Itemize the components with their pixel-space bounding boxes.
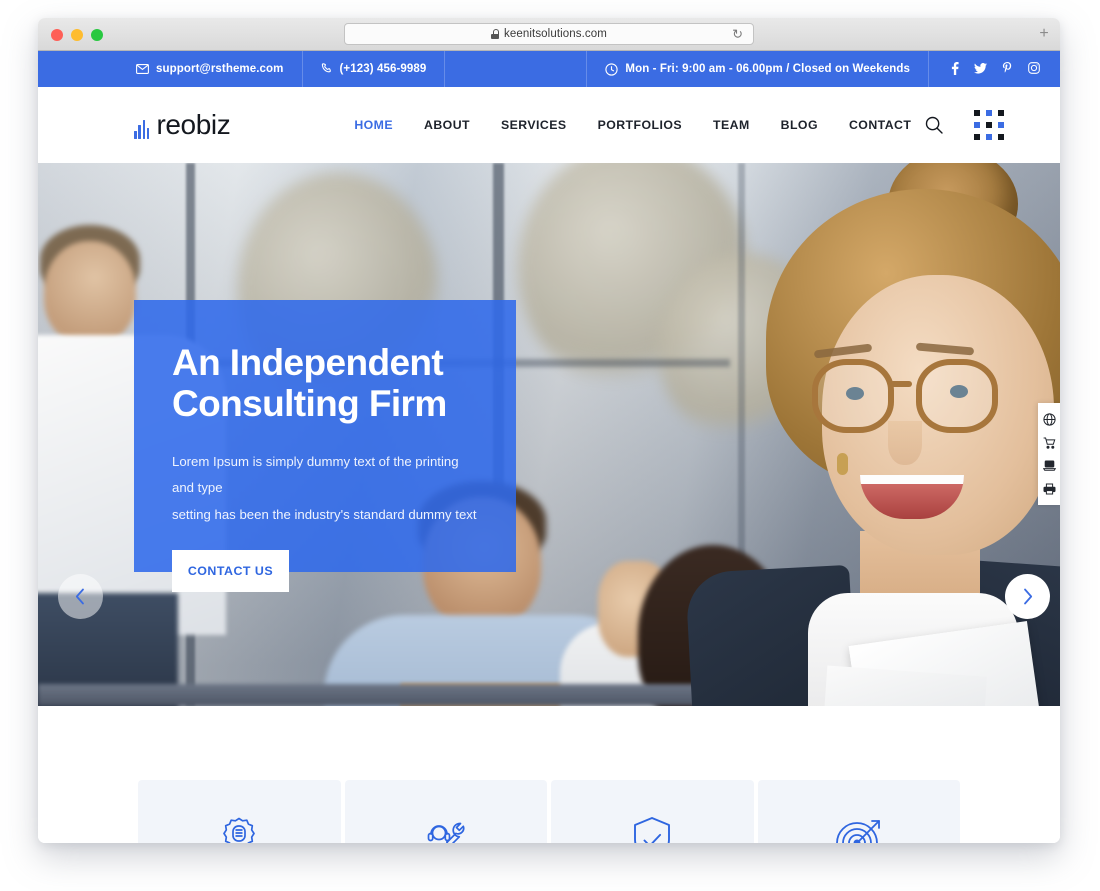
- lock-icon: [491, 29, 500, 39]
- address-bar[interactable]: keenitsolutions.com ↻: [344, 23, 754, 45]
- carousel-prev-button[interactable]: [58, 574, 103, 619]
- carousel-next-button[interactable]: [1005, 574, 1050, 619]
- service-card-3[interactable]: [551, 780, 754, 843]
- topbar-phone-text: (+123) 456-9989: [339, 63, 427, 75]
- pinterest-icon[interactable]: [1002, 61, 1013, 77]
- hero-banner: An Independent Consulting Firm Lorem Ips…: [38, 163, 1060, 706]
- page-viewport: support@rstheme.com (+123) 456-9989 Mon …: [38, 51, 1060, 843]
- top-info-bar: support@rstheme.com (+123) 456-9989 Mon …: [38, 51, 1060, 87]
- hero-title-line-1: An Independent: [172, 342, 444, 383]
- services-row: [38, 780, 1060, 843]
- service-card-1[interactable]: [138, 780, 341, 843]
- topbar-spacer: [445, 51, 588, 87]
- hero-title-line-2: Consulting Firm: [172, 383, 447, 425]
- shield-check-icon: [625, 814, 679, 843]
- reload-icon[interactable]: ↻: [732, 28, 743, 41]
- maximize-window-button[interactable]: [91, 29, 103, 41]
- service-card-2[interactable]: [344, 780, 547, 843]
- nav-item-about[interactable]: ABOUT: [424, 118, 470, 132]
- browser-chrome: keenitsolutions.com ↻ +: [38, 18, 1060, 51]
- browser-window: keenitsolutions.com ↻ + support@rstheme.…: [38, 18, 1060, 843]
- traffic-lights: [51, 29, 103, 41]
- logo-text: reobiz: [156, 109, 231, 140]
- main-navigation: HOME ABOUT SERVICES PORTFOLIOS TEAM BLOG…: [354, 118, 911, 132]
- new-tab-button[interactable]: +: [1034, 24, 1054, 44]
- nav-item-team[interactable]: TEAM: [713, 118, 750, 132]
- chevron-right-icon: [1021, 588, 1034, 605]
- side-dock: [1038, 403, 1060, 505]
- site-header: reobiz HOME ABOUT SERVICES PORTFOLIOS TE…: [38, 87, 1060, 163]
- site-logo[interactable]: reobiz: [134, 109, 231, 140]
- phone-icon: [321, 63, 333, 75]
- service-card-4[interactable]: [757, 780, 960, 843]
- gear-document-icon: [212, 814, 266, 843]
- instagram-icon[interactable]: [1028, 62, 1040, 76]
- header-actions: [924, 110, 1004, 140]
- topbar-social-links: [929, 51, 1060, 87]
- close-window-button[interactable]: [51, 29, 63, 41]
- target-arrow-icon: [832, 814, 886, 843]
- support-agent-wrench-icon: [419, 814, 473, 843]
- envelope-icon: [136, 64, 149, 74]
- topbar-phone[interactable]: (+123) 456-9989: [303, 51, 446, 87]
- hero-subtitle-line-2: setting has been the industry's standard…: [172, 506, 477, 522]
- facebook-icon[interactable]: [951, 61, 959, 77]
- nav-item-blog[interactable]: BLOG: [781, 118, 818, 132]
- services-strip: [38, 706, 1060, 843]
- hero-title: An Independent Consulting Firm: [172, 342, 478, 425]
- search-icon[interactable]: [924, 115, 944, 135]
- hero-content-card: An Independent Consulting Firm Lorem Ips…: [134, 300, 516, 593]
- hero-subtitle-line-1: Lorem Ipsum is simply dummy text of the …: [172, 453, 459, 496]
- shopping-cart-icon[interactable]: [1038, 431, 1060, 454]
- minimize-window-button[interactable]: [71, 29, 83, 41]
- topbar-hours: Mon - Fri: 9:00 am - 06.00pm / Closed on…: [587, 51, 929, 87]
- nav-item-contact[interactable]: CONTACT: [849, 118, 911, 132]
- laptop-icon[interactable]: [1038, 454, 1060, 477]
- nav-item-home[interactable]: HOME: [354, 118, 393, 132]
- topbar-hours-text: Mon - Fri: 9:00 am - 06.00pm / Closed on…: [625, 63, 910, 75]
- nav-item-services[interactable]: SERVICES: [501, 118, 567, 132]
- globe-icon[interactable]: [1038, 408, 1060, 431]
- topbar-email[interactable]: support@rstheme.com: [38, 51, 303, 87]
- printer-icon[interactable]: [1038, 477, 1060, 500]
- chevron-left-icon: [74, 588, 87, 605]
- nav-item-portfolios[interactable]: PORTFOLIOS: [598, 118, 682, 132]
- contact-us-button[interactable]: CONTACT US: [172, 550, 289, 593]
- topbar-email-text: support@rstheme.com: [156, 63, 284, 75]
- hero-subtitle: Lorem Ipsum is simply dummy text of the …: [172, 449, 478, 528]
- twitter-icon[interactable]: [974, 62, 987, 76]
- grid-menu-icon[interactable]: [974, 110, 1004, 140]
- url-text: keenitsolutions.com: [504, 28, 607, 40]
- bar-chart-logo-icon: [134, 120, 150, 139]
- clock-icon: [605, 62, 619, 76]
